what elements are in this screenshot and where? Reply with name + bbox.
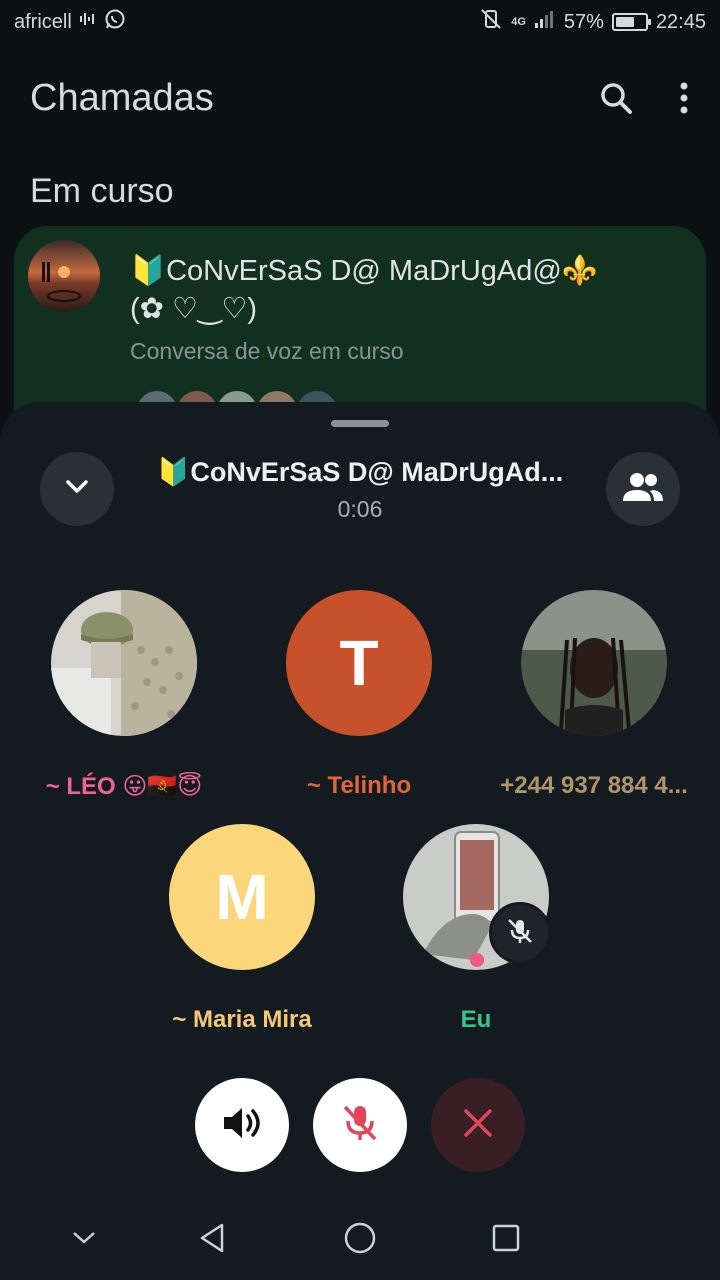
chevron-down-icon xyxy=(71,1230,97,1251)
app-bar: Chamadas xyxy=(0,60,720,136)
battery-percent: 57% xyxy=(563,10,604,33)
mic-off-icon xyxy=(505,916,535,951)
battery-icon xyxy=(611,13,651,31)
group-name-line2: (✿ ♡‿♡) xyxy=(130,293,257,325)
signal-icon xyxy=(534,9,556,35)
participant-name: Eu xyxy=(460,1006,492,1033)
network-type-label: 4G xyxy=(511,16,526,28)
participant-leo[interactable]: ~ LÉO 😛🇦🇴😇 xyxy=(4,590,244,801)
group-avatar xyxy=(28,240,100,312)
whatsapp-icon xyxy=(104,8,126,36)
vibrate-off-icon xyxy=(479,8,503,36)
group-name: 🔰CoNvErSaS D@ MaDrUgAd@⚜️ (✿ ♡‿♡) xyxy=(130,252,650,328)
avatar: M xyxy=(169,824,315,970)
call-status: Conversa de voz em curso xyxy=(130,338,404,364)
nav-home-button[interactable] xyxy=(340,1220,380,1260)
participant-name: ~ Telinho xyxy=(306,772,412,799)
muted-badge xyxy=(489,902,551,964)
close-icon xyxy=(462,1107,494,1144)
clock: 22:45 xyxy=(655,10,706,33)
call-bottom-sheet: 🔰CoNvErSaS D@ MaDrUgAd... 0:06 ~ LÉO 😛🇦� xyxy=(0,402,720,1280)
section-title-ongoing: Em curso xyxy=(30,172,174,210)
nav-back-button[interactable] xyxy=(192,1220,232,1260)
avatar-letter: M xyxy=(215,861,269,933)
group-icon xyxy=(622,471,664,508)
carrier-label: africell xyxy=(14,10,72,33)
avatar-letter: T xyxy=(339,627,379,699)
more-vert-icon[interactable] xyxy=(678,80,690,116)
audio-wave-icon xyxy=(78,9,98,35)
participant-name: ~ Maria Mira xyxy=(172,1006,312,1033)
avatar xyxy=(521,590,667,736)
end-call-button[interactable] xyxy=(431,1078,525,1172)
speaker-icon xyxy=(221,1105,263,1146)
home-circle-icon xyxy=(343,1221,377,1260)
collapse-button[interactable] xyxy=(40,452,114,526)
speaker-button[interactable] xyxy=(195,1078,289,1172)
call-controls xyxy=(0,1078,720,1172)
recents-square-icon xyxy=(491,1223,521,1258)
mic-off-icon xyxy=(340,1102,380,1149)
group-name-line1: 🔰CoNvErSaS D@ MaDrUgAd@⚜️ xyxy=(130,255,598,287)
participant-telinho[interactable]: T ~ Telinho xyxy=(239,590,479,800)
chevron-down-icon xyxy=(64,479,90,500)
back-triangle-icon xyxy=(197,1222,227,1259)
page-title: Chamadas xyxy=(30,76,214,119)
avatar xyxy=(403,824,551,970)
status-bar: africell 4G 57% 22:45 xyxy=(0,0,720,44)
avatar xyxy=(51,590,197,736)
participant-phone[interactable]: +244 937 884 4... xyxy=(474,590,714,800)
participants-button[interactable] xyxy=(606,452,680,526)
participant-name: ~ LÉO 😛🇦🇴😇 xyxy=(45,773,203,800)
nav-hide-button[interactable] xyxy=(64,1220,104,1260)
participant-name: +244 937 884 4... xyxy=(500,772,688,799)
call-timer: 0:06 xyxy=(337,496,383,522)
drag-handle[interactable] xyxy=(331,420,389,427)
system-nav-bar xyxy=(0,1200,720,1280)
call-title: 🔰CoNvErSaS D@ MaDrUgAd... xyxy=(156,457,564,487)
participant-self[interactable]: Eu xyxy=(356,824,596,1034)
search-icon[interactable] xyxy=(598,80,634,116)
participant-maria-mira[interactable]: M ~ Maria Mira xyxy=(122,824,362,1034)
mute-button[interactable] xyxy=(313,1078,407,1172)
avatar: T xyxy=(286,590,432,736)
nav-recents-button[interactable] xyxy=(486,1220,526,1260)
